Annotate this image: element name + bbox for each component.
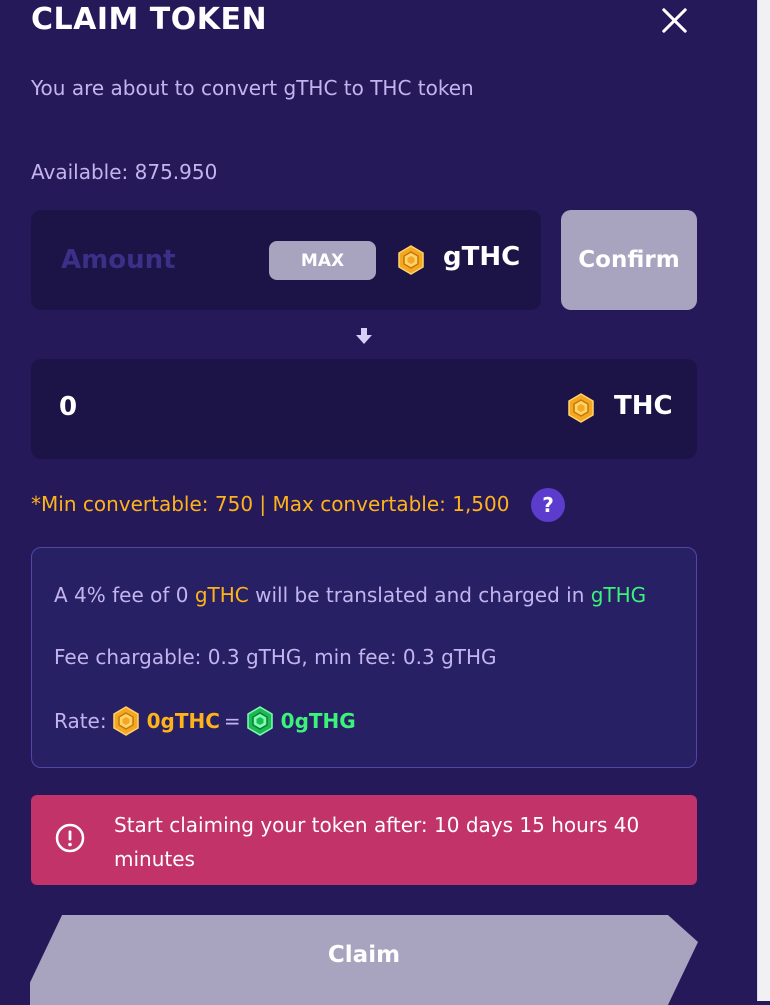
from-token-label: gTHC (443, 242, 521, 272)
max-button[interactable]: MAX (269, 241, 376, 280)
rate-row: Rate: 0gTHC = 0gTHG (54, 706, 356, 736)
gthc-coin-icon (112, 706, 139, 736)
fee-description: A 4% fee of 0 gTHC will be translated an… (54, 583, 646, 607)
fee-chargable: Fee chargable: 0.3 gTHG, min fee: 0.3 gT… (54, 645, 497, 669)
output-amount: 0 (59, 392, 78, 422)
to-token-label: THC (614, 391, 673, 421)
arrow-down-icon (356, 328, 372, 344)
fee-info-panel: A 4% fee of 0 gTHC will be translated an… (31, 547, 697, 768)
fee-prefix: A 4% fee of 0 (54, 583, 195, 607)
claim-button[interactable]: Claim (30, 915, 698, 1005)
modal-subtitle: You are about to convert gTHC to THC tok… (31, 76, 474, 100)
claim-warning-text: Start claiming your token after: 10 days… (114, 813, 640, 871)
output-panel: 0 THC (31, 359, 697, 459)
fee-charge-token: gTHG (590, 583, 647, 607)
alert-circle-icon (55, 823, 85, 853)
amount-input[interactable] (51, 238, 291, 282)
close-icon[interactable] (656, 2, 694, 40)
confirm-button[interactable]: Confirm (561, 210, 697, 310)
convert-limits: *Min convertable: 750 | Max convertable:… (31, 492, 510, 516)
rate-label: Rate: (54, 709, 107, 733)
amount-panel: MAX gTHC (31, 210, 541, 310)
thc-coin-icon (568, 393, 594, 423)
rate-to-value: 0gTHG (280, 709, 356, 733)
rate-equals: = (223, 709, 241, 733)
question-icon[interactable]: ? (531, 488, 565, 522)
rate-from-value: 0gTHC (146, 709, 220, 733)
claim-warning-banner: Start claiming your token after: 10 days… (31, 795, 697, 885)
available-balance: Available: 875.950 (31, 160, 218, 184)
scrollbar[interactable] (757, 0, 770, 1001)
gthg-coin-icon (246, 706, 273, 736)
modal-title: CLAIM TOKEN (31, 2, 268, 37)
fee-middle: will be translated and charged in (248, 583, 591, 607)
fee-token: gTHC (194, 583, 249, 607)
gthc-coin-icon (398, 245, 424, 275)
